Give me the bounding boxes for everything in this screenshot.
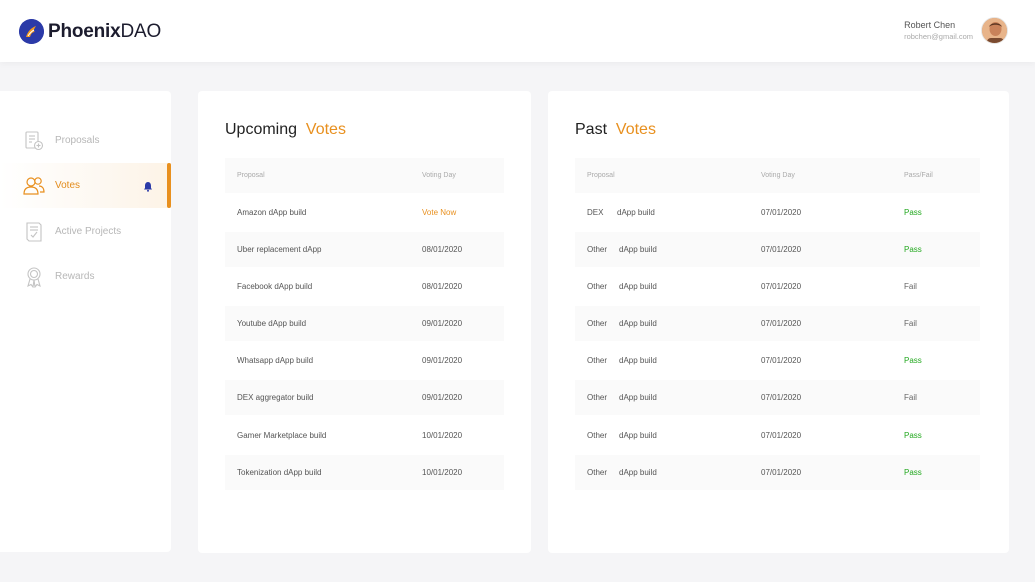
sidebar-item-label: Rewards (55, 271, 95, 282)
sidebar-item-label: Proposals (55, 135, 100, 146)
status-badge: Pass (904, 468, 922, 477)
status-badge: Fail (904, 282, 917, 291)
status-badge: Fail (904, 393, 917, 402)
sidebar-item-proposals[interactable]: Proposals (0, 118, 171, 163)
sidebar-item-label: Votes (55, 180, 81, 191)
user-name: Robert Chen (904, 19, 956, 30)
table-row[interactable]: Uber replacement dApp 08/01/2020 (225, 232, 504, 267)
phoenix-logo-icon (19, 19, 44, 44)
table-row[interactable]: Other dApp build 07/01/2020 Fail (575, 269, 980, 304)
table-row[interactable]: Other dApp build 07/01/2020 Pass (575, 232, 980, 267)
column-header-proposal: Proposal (587, 172, 615, 179)
user-profile[interactable]: Robert Chen robchen@gmail.com (904, 17, 1008, 44)
table-row[interactable]: Other dApp build 07/01/2020 Pass (575, 343, 980, 378)
sidebar-item-label: Active Projects (55, 226, 122, 237)
status-badge: Pass (904, 208, 922, 217)
bell-icon (143, 179, 153, 197)
table-row[interactable]: Other dApp build 07/01/2020 Pass (575, 418, 980, 453)
upcoming-votes-title: Upcoming Votes (225, 121, 346, 138)
votes-icon (22, 174, 46, 198)
sidebar-item-active-projects[interactable]: Active Projects (0, 209, 171, 254)
table-row[interactable]: DEX aggregator build 09/01/2020 (225, 380, 504, 415)
sidebar: Proposals Votes Active Projects Rewards (0, 91, 171, 552)
sidebar-item-rewards[interactable]: Rewards (0, 254, 171, 299)
table-row[interactable]: Gamer Marketplace build 10/01/2020 (225, 418, 504, 453)
status-badge: Pass (904, 245, 922, 254)
table-row[interactable]: Youtube dApp build 09/01/2020 (225, 306, 504, 341)
active-indicator (167, 163, 171, 208)
brand-name: PhoenixDAO (48, 21, 162, 42)
rewards-icon (22, 265, 46, 289)
user-email: robchen@gmail.com (904, 31, 973, 41)
table-row[interactable]: Whatsapp dApp build 09/01/2020 (225, 343, 504, 378)
proposals-icon (22, 129, 46, 153)
table-row[interactable]: Facebook dApp build 08/01/2020 (225, 269, 504, 304)
column-header-voting-day: Voting Day (422, 172, 456, 179)
sidebar-item-votes[interactable]: Votes (0, 163, 171, 208)
status-badge: Pass (904, 356, 922, 365)
active-projects-icon (22, 220, 46, 244)
column-header-proposal: Proposal (237, 172, 265, 179)
past-votes-title: Past Votes (575, 121, 656, 138)
table-row[interactable]: Other dApp build 07/01/2020 Fail (575, 306, 980, 341)
table-row[interactable]: Tokenization dApp build 10/01/2020 (225, 455, 504, 490)
column-header-pass-fail: Pass/Fail (904, 172, 933, 179)
avatar[interactable] (981, 17, 1008, 44)
table-row[interactable]: Other dApp build 07/01/2020 Pass (575, 455, 980, 490)
status-badge: Pass (904, 431, 922, 440)
table-row[interactable]: DEX dApp build 07/01/2020 Pass (575, 195, 980, 230)
past-table-header: Proposal Voting Day Pass/Fail (575, 158, 980, 193)
top-header: PhoenixDAO Robert Chen robchen@gmail.com (0, 0, 1035, 62)
upcoming-table-header: Proposal Voting Day (225, 158, 504, 193)
column-header-voting-day: Voting Day (761, 172, 795, 179)
vote-now-link[interactable]: Vote Now (422, 208, 456, 217)
brand-logo[interactable]: PhoenixDAO (19, 19, 161, 44)
table-row[interactable]: Amazon dApp build Vote Now (225, 195, 504, 230)
status-badge: Fail (904, 319, 917, 328)
table-row[interactable]: Other dApp build 07/01/2020 Fail (575, 380, 980, 415)
